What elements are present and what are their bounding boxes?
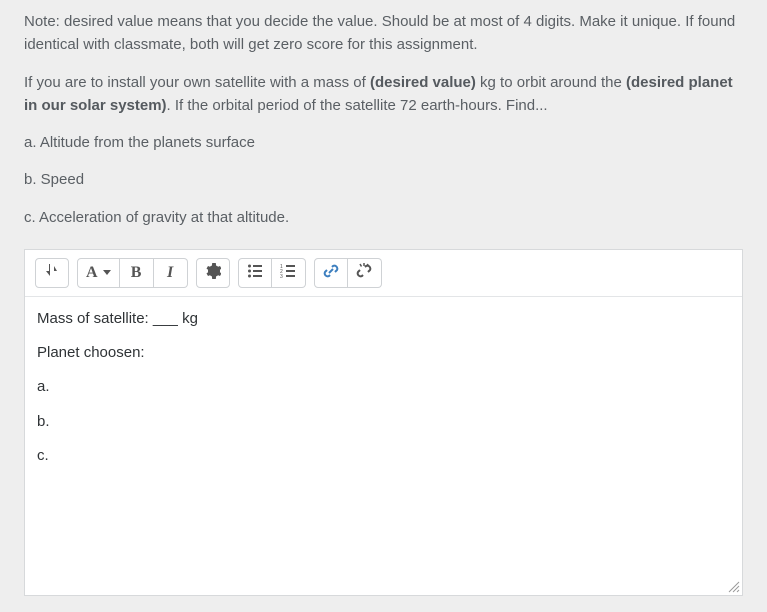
question-item-a: a. Altitude from the planets surface	[24, 131, 743, 154]
toggle-icon	[44, 263, 60, 282]
gear-icon	[205, 263, 221, 282]
svg-text:3: 3	[280, 274, 283, 279]
editor-toolbar: A B I	[25, 250, 742, 297]
settings-button[interactable]	[196, 258, 230, 288]
sentence-part-2: kg to orbit around the	[476, 74, 626, 91]
editor-line-c: c.	[37, 446, 730, 466]
editor-content-area[interactable]: Mass of satellite: ___ kg Planet choosen…	[25, 297, 742, 595]
resize-handle[interactable]	[726, 579, 740, 593]
answer-editor: A B I	[24, 249, 743, 596]
sentence-part-1: If you are to install your own satellite…	[24, 74, 370, 91]
desired-value-bold: (desired value)	[370, 74, 476, 91]
editor-line-planet: Planet choosen:	[37, 343, 730, 363]
dropdown-caret-icon	[103, 270, 111, 275]
font-label: A	[86, 264, 98, 282]
bold-label: B	[131, 264, 142, 282]
unlink-button[interactable]	[348, 258, 382, 288]
sentence-part-3: . If the orbital period of the satellite…	[167, 97, 548, 114]
insert-link-button[interactable]	[314, 258, 348, 288]
font-picker-button[interactable]: A	[77, 258, 120, 288]
unordered-list-button[interactable]	[238, 258, 272, 288]
italic-label: I	[167, 264, 173, 282]
question-item-b: b. Speed	[24, 168, 743, 191]
bullet-list-icon	[247, 263, 263, 282]
toggle-toolbar-button[interactable]	[35, 258, 69, 288]
question-item-c: c. Acceleration of gravity at that altit…	[24, 206, 743, 229]
editor-line-mass: Mass of satellite: ___ kg	[37, 309, 730, 329]
numbered-list-icon: 123	[280, 263, 296, 282]
ordered-list-button[interactable]: 123	[272, 258, 306, 288]
editor-line-b: b.	[37, 412, 730, 432]
question-sentence: If you are to install your own satellite…	[24, 71, 743, 118]
editor-line-a: a.	[37, 377, 730, 397]
question-note: Note: desired value means that you decid…	[24, 10, 743, 57]
bold-button[interactable]: B	[120, 258, 154, 288]
question-text: Note: desired value means that you decid…	[24, 10, 743, 229]
assignment-panel: Note: desired value means that you decid…	[0, 0, 767, 596]
link-icon	[323, 263, 339, 282]
italic-button[interactable]: I	[154, 258, 188, 288]
unlink-icon	[356, 263, 372, 282]
